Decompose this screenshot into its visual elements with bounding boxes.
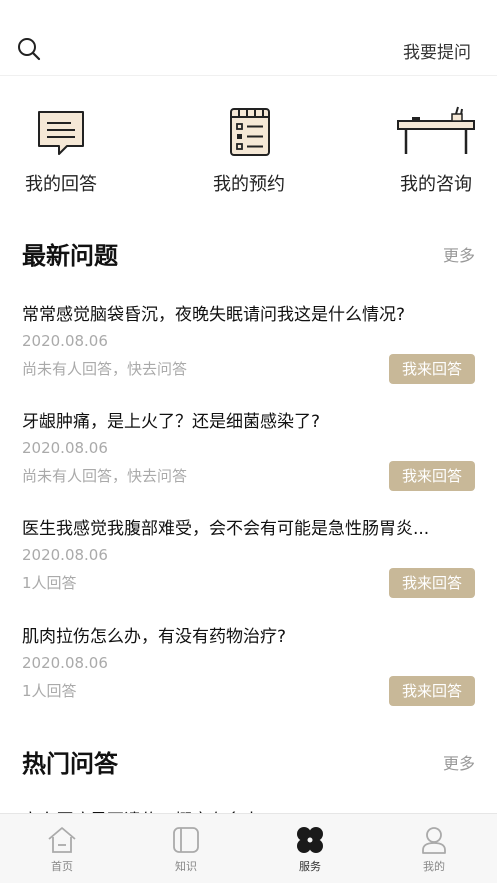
answer-status: 1人回答 bbox=[22, 574, 77, 592]
question-title[interactable]: 肌肉拉伤怎么办，有没有药物治疗? bbox=[22, 622, 475, 647]
user-icon bbox=[422, 827, 446, 854]
answer-button[interactable]: 我来回答 bbox=[389, 568, 475, 598]
tab-mine[interactable]: 我的 bbox=[372, 814, 496, 883]
shortcut-my-answers[interactable]: 我的回答 bbox=[0, 104, 126, 204]
question-date: 2020.08.06 bbox=[22, 332, 108, 350]
ask-question-button[interactable]: 我要提问 bbox=[403, 38, 471, 63]
chat-bubble-icon bbox=[38, 111, 84, 155]
answer-button[interactable]: 我来回答 bbox=[389, 461, 475, 491]
tab-label: 知识 bbox=[175, 860, 197, 873]
shortcut-label: 我的咨询 bbox=[400, 174, 472, 195]
home-icon bbox=[48, 827, 76, 853]
shortcut-label: 我的预约 bbox=[213, 174, 285, 195]
clover-icon bbox=[297, 827, 323, 853]
shortcut-my-appointments[interactable]: 我的预约 bbox=[184, 104, 314, 204]
answer-status: 1人回答 bbox=[22, 682, 77, 700]
question-date: 2020.08.06 bbox=[22, 439, 108, 457]
question-date: 2020.08.06 bbox=[22, 654, 108, 672]
answer-status: 尚未有人回答，快去问答 bbox=[22, 467, 188, 485]
latest-section-header: 最新问题 更多 bbox=[22, 236, 475, 270]
answer-status: 尚未有人回答，快去问答 bbox=[22, 360, 188, 378]
more-link[interactable]: 更多 bbox=[443, 242, 475, 266]
question-item[interactable]: 肌肉拉伤怎么办，有没有药物治疗? 2020.08.06 1人回答 我来回答 bbox=[22, 622, 475, 722]
answer-button[interactable]: 我来回答 bbox=[389, 676, 475, 706]
answer-button[interactable]: 我来回答 bbox=[389, 354, 475, 384]
question-title[interactable]: 常常感觉脑袋昏沉，夜晚失眠请问我这是什么情况? bbox=[22, 300, 475, 325]
question-date: 2020.08.06 bbox=[22, 546, 108, 564]
more-link[interactable]: 更多 bbox=[443, 750, 475, 774]
shortcut-row: 我的回答 我的预约 我的咨询 bbox=[0, 104, 497, 204]
section-title: 最新问题 bbox=[22, 242, 118, 270]
bottom-tab-bar: 首页 知识 服务 我的 bbox=[0, 813, 497, 883]
tab-knowledge[interactable]: 知识 bbox=[124, 814, 248, 883]
tab-label: 首页 bbox=[51, 860, 73, 873]
top-bar: 我要提问 bbox=[0, 0, 497, 76]
book-icon bbox=[173, 827, 199, 853]
section-title: 热门问答 bbox=[22, 750, 118, 778]
tab-home[interactable]: 首页 bbox=[0, 814, 124, 883]
shortcut-label: 我的回答 bbox=[25, 174, 97, 195]
question-item[interactable]: 医生我感觉我腹部难受，会不会有可能是急性肠胃炎... 2020.08.06 1人… bbox=[22, 514, 475, 614]
tab-service[interactable]: 服务 bbox=[248, 814, 372, 883]
question-item[interactable]: 常常感觉脑袋昏沉，夜晚失眠请问我这是什么情况? 2020.08.06 尚未有人回… bbox=[22, 300, 475, 400]
search-icon[interactable] bbox=[16, 36, 42, 62]
question-title[interactable]: 医生我感觉我腹部难受，会不会有可能是急性肠胃炎... bbox=[22, 514, 475, 539]
hot-section-header: 热门问答 更多 bbox=[22, 744, 475, 778]
question-item[interactable]: 牙龈肿痛，是上火了？还是细菌感染了? 2020.08.06 尚未有人回答，快去问… bbox=[22, 407, 475, 507]
tab-label: 我的 bbox=[423, 860, 445, 873]
shortcut-my-consultations[interactable]: 我的咨询 bbox=[371, 104, 497, 204]
desk-icon bbox=[397, 106, 475, 154]
question-title[interactable]: 牙龈肿痛，是上火了？还是细菌感染了? bbox=[22, 407, 475, 432]
calendar-icon bbox=[230, 108, 270, 156]
tab-label: 服务 bbox=[299, 860, 321, 873]
